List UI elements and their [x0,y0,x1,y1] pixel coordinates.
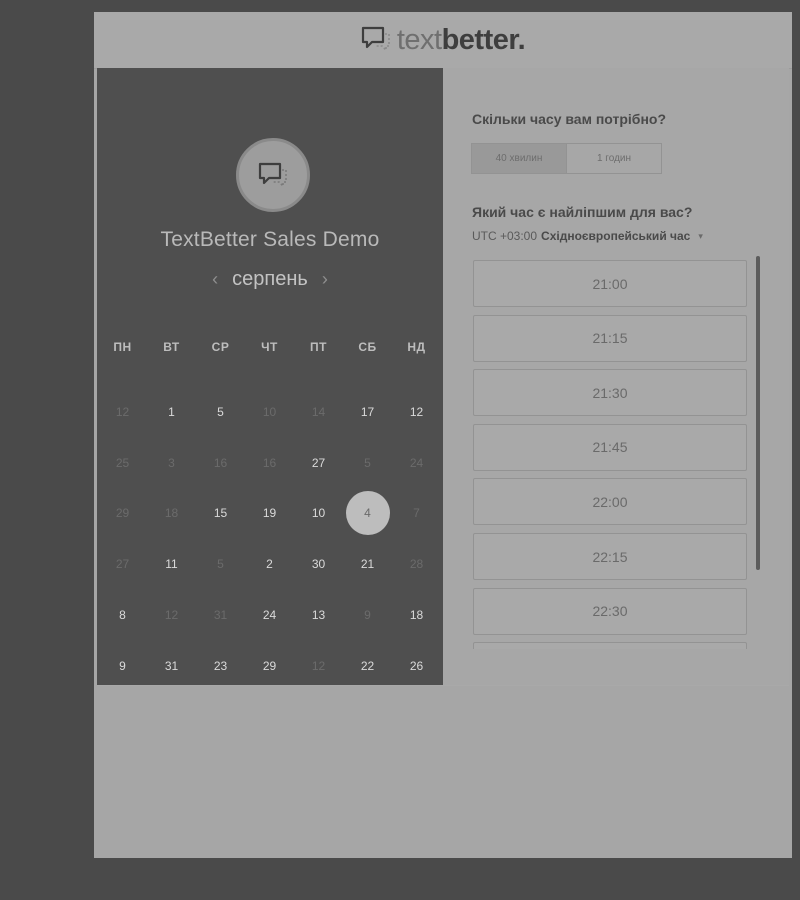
chat-bubble-logo-icon [361,26,390,52]
calendar-day[interactable]: 15 [196,506,245,520]
weekday-label: СР [211,340,230,354]
calendar-day[interactable]: 30 [294,557,343,571]
calendar-day: 12 [164,608,179,622]
calendar-day: 31 [213,608,228,622]
chat-bubble-icon [258,162,287,188]
month-label: серпень [232,268,308,290]
calendar-day: 16 [262,456,277,470]
time-slot-button[interactable]: 22:30 [473,587,747,635]
booking-card: TextBetter Sales Demo ‹ серпень › ПН ВТ СР… [97,68,789,686]
calendar-day[interactable]: 24 [245,608,294,622]
time-slot-button[interactable]: 21:15 [473,314,747,362]
calendar-day: 3 [168,456,175,470]
calendar-panel: TextBetter Sales Demo ‹ серпень › ПН ВТ СР… [97,68,443,685]
calendar-day[interactable]: 26 [392,659,441,673]
duration-option-40-min[interactable]: 40 хвилин [472,144,567,173]
calendar-day: 7 [413,506,420,520]
calendar-day: 24 [409,456,424,470]
calendar-day: 27 [115,557,130,571]
logo-text-bold: better [441,23,518,56]
calendar-day[interactable]: 2 [245,557,294,571]
duration-option-1-hour[interactable]: 1 годин [567,144,661,173]
calendar-day[interactable]: 17 [343,405,392,419]
timezone-select[interactable]: UTC +03:00 Східноєвропейський час ▾ [472,229,703,243]
calendar-day[interactable]: 12 [392,405,441,419]
time-slot-button[interactable]: 22:00 [473,478,747,526]
calendar-day: 28 [409,557,424,571]
timezone-name: Східноєвропейський час [541,229,691,243]
month-navigator: ‹ серпень › [97,268,443,291]
duration-toggle: 40 хвилин 1 годин [471,143,662,174]
calendar-day: 14 [311,405,326,419]
calendar-day[interactable]: 11 [147,557,196,571]
calendar-day[interactable]: 5 [196,405,245,419]
calendar-day: 12 [311,659,326,673]
weekday-label: НД [407,340,426,354]
weekday-label: ПТ [310,340,327,354]
calendar-day[interactable]: 19 [245,506,294,520]
time-slot-button[interactable]: 21:00 [473,260,747,307]
duration-question: Скільки часу вам потрібно? [472,111,667,127]
chevron-right-icon[interactable]: › [322,269,328,290]
calendar-day: 16 [213,456,228,470]
calendar-day[interactable]: 10 [294,506,343,520]
event-title: TextBetter Sales Demo [160,228,380,251]
header: textbetter. [94,12,792,69]
logo-text-dot: . [517,23,526,56]
calendar-day[interactable]: 18 [392,608,441,622]
timezone-offset: UTC +03:00 [472,229,538,243]
calendar-day[interactable]: 29 [245,659,294,673]
time-slot-button[interactable]: 22:15 [473,533,747,580]
calendar-day[interactable]: 23 [196,659,245,673]
time-slot-list: 21:00 21:15 21:30 21:45 22:00 22:15 22:30 [473,259,749,649]
calendar-day: 5 [364,456,371,470]
calendar-day: 12 [115,405,130,419]
calendar-day[interactable]: 27 [294,456,343,470]
calendar-day[interactable]: 21 [343,557,392,571]
time-slot-button[interactable] [473,642,747,649]
time-question: Який час є найліпшим для вас? [472,204,693,220]
chevron-left-icon[interactable]: ‹ [212,269,218,290]
avatar [236,138,310,212]
calendar-day-selected[interactable]: 4 [345,491,390,535]
calendar-day[interactable]: 31 [147,659,196,673]
time-slot-button[interactable]: 21:30 [473,369,747,417]
caret-down-icon: ▾ [698,230,703,241]
weekday-label: СБ [358,340,377,354]
weekday-label: ЧТ [261,340,278,354]
logo-text-light: text [396,23,442,56]
weekday-label: ВТ [163,340,180,354]
calendar-day[interactable]: 22 [343,659,392,673]
logo: textbetter. [361,23,526,56]
calendar-day[interactable]: 9 [98,659,147,673]
calendar-day: 25 [115,456,130,470]
calendar-day: 29 [115,506,130,520]
calendar-day[interactable]: 8 [98,608,147,622]
weekday-label: ПН [113,340,132,354]
calendar-day: 9 [364,608,371,622]
time-panel: Скільки часу вам потрібно? 40 хвилин 1 г… [443,68,789,685]
calendar-day: 18 [164,506,179,520]
page-frame: textbetter. TextBetter Sales Demo ‹ серп… [94,12,792,858]
logo-text: textbetter. [396,23,526,56]
time-slot-button[interactable]: 21:45 [473,423,747,471]
calendar-day: 10 [262,405,277,419]
calendar-day[interactable]: 13 [294,608,343,622]
calendar-day: 5 [217,557,224,571]
time-slot-scrollbar[interactable] [756,256,760,570]
calendar-day[interactable]: 1 [147,405,196,419]
